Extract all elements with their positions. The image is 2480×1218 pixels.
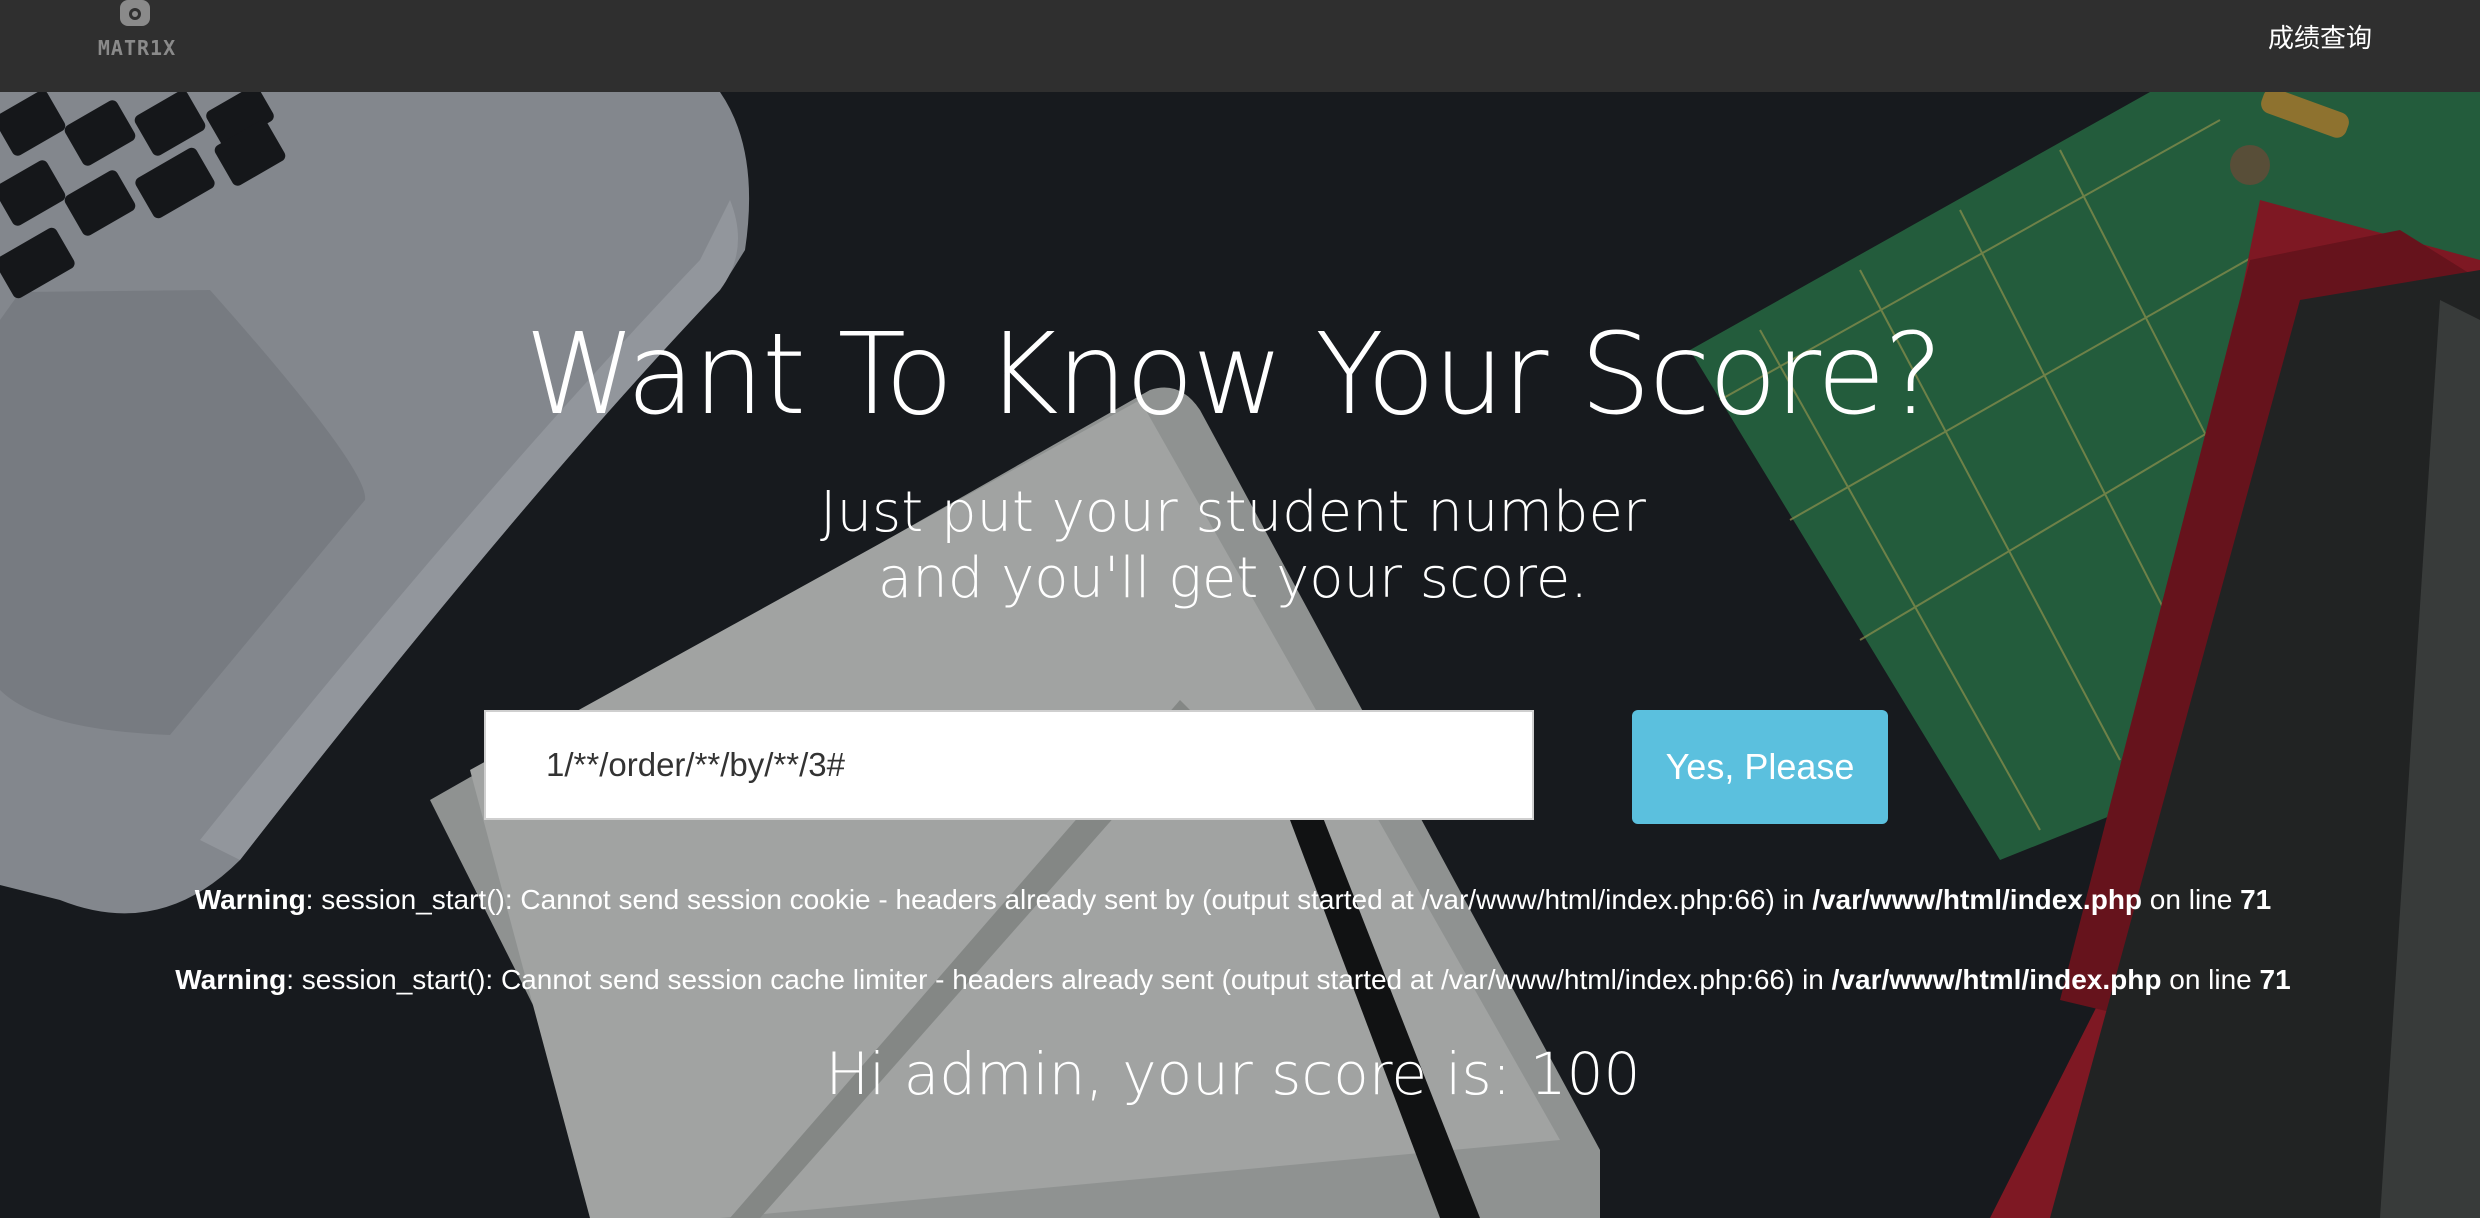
robot-logo-icon — [120, 0, 150, 26]
php-warning: Warning: session_start(): Cannot send se… — [0, 884, 2466, 916]
score-result: Hi admin, your score is: 100 — [825, 1040, 1641, 1108]
hero-content: Want To Know Your Score? Just put your s… — [0, 0, 2480, 1218]
hero-title: Want To Know Your Score? — [524, 310, 1943, 440]
warning-line-number: 71 — [2240, 884, 2272, 915]
warning-message: : session_start(): Cannot send session c… — [286, 964, 1832, 995]
logo[interactable]: MATR1X — [90, 0, 180, 66]
yes-please-button[interactable]: Yes, Please — [1632, 710, 1888, 824]
warning-label: Warning — [194, 884, 306, 915]
nav-link-score-query[interactable]: 成绩查询 — [2268, 20, 2372, 56]
hero-subtitle-line-1: Just put your student number — [820, 480, 1646, 545]
php-warning: Warning: session_start(): Cannot send se… — [0, 964, 2466, 996]
warning-line-number: 71 — [2259, 964, 2291, 995]
warning-label: Warning — [175, 964, 287, 995]
student-number-input[interactable] — [484, 710, 1534, 820]
warning-file: /var/www/html/index.php — [1831, 964, 2162, 995]
warning-file: /var/www/html/index.php — [1812, 884, 2143, 915]
logo-text: MATR1X — [97, 36, 177, 60]
warning-on-line: on line — [2142, 884, 2241, 915]
warning-message: : session_start(): Cannot send session c… — [305, 884, 1813, 915]
hero-subtitle: Just put your student number and you'll … — [0, 480, 2466, 612]
hero-subtitle-line-2: and you'll get your score. — [877, 546, 1589, 611]
top-navbar: MATR1X 成绩查询 — [0, 0, 2480, 92]
warning-on-line: on line — [2161, 964, 2260, 995]
